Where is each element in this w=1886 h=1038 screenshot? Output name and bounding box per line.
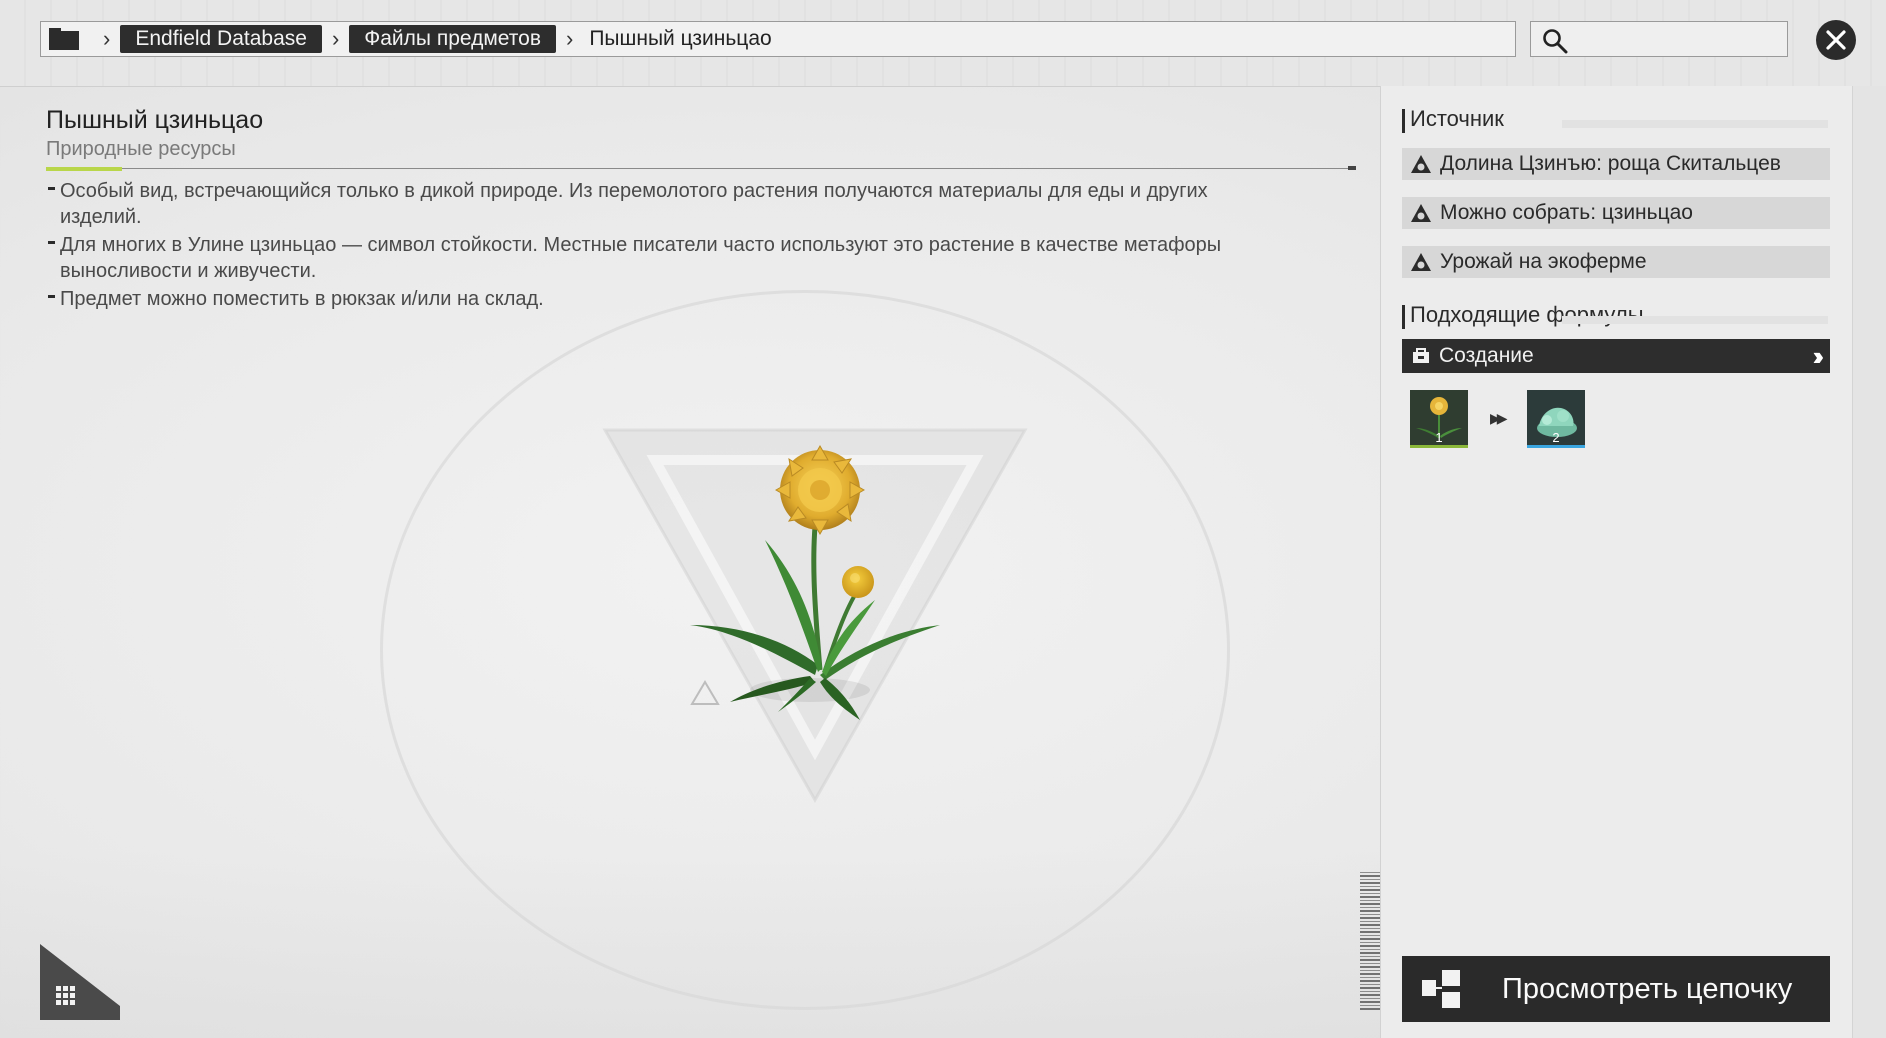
title-divider bbox=[46, 168, 1356, 169]
section-divider bbox=[1562, 120, 1828, 128]
title-divider-end bbox=[1348, 166, 1356, 170]
search-input[interactable] bbox=[1577, 26, 1781, 54]
top-bar: › Endfield Database › Файлы предметов › … bbox=[0, 0, 1886, 87]
chevron-right-icon: › bbox=[331, 26, 340, 51]
view-chain-label: Просмотреть цепочку bbox=[1502, 972, 1793, 1005]
formula-output-slot[interactable]: 2 bbox=[1527, 390, 1585, 448]
item-category: Природные ресурсы bbox=[46, 138, 236, 160]
close-icon bbox=[1826, 30, 1846, 50]
decorative-barcode bbox=[1360, 870, 1380, 1010]
double-arrow-icon: ▶▶ bbox=[1490, 410, 1507, 426]
view-chain-button[interactable]: Просмотреть цепочку bbox=[1402, 956, 1830, 1022]
title-divider-accent bbox=[46, 167, 122, 171]
decorative-haze bbox=[0, 850, 1380, 1038]
location-icon bbox=[1411, 253, 1431, 271]
description-line: Для многих в Улине цзиньцао — символ сто… bbox=[48, 232, 1288, 284]
output-quantity: 2 bbox=[1552, 430, 1560, 445]
close-button[interactable] bbox=[1816, 20, 1856, 60]
formula-input-slot[interactable]: 1 bbox=[1410, 390, 1468, 448]
description-line: Особый вид, встречающийся только в дикой… bbox=[48, 178, 1288, 230]
source-item-label: Урожай на экоферме bbox=[1440, 250, 1647, 273]
item-title: Пышный цзиньцао bbox=[46, 106, 264, 134]
chain-icon bbox=[1422, 970, 1460, 1008]
breadcrumb-section[interactable]: Файлы предметов bbox=[349, 25, 556, 53]
craft-label: Создание bbox=[1439, 344, 1534, 367]
location-icon bbox=[1411, 204, 1431, 222]
right-edge-strip bbox=[1852, 86, 1886, 1038]
source-heading: Источник bbox=[1402, 106, 1504, 133]
chevron-right-icon: › bbox=[566, 26, 574, 51]
source-item-label: Можно собрать: цзиньцао bbox=[1440, 201, 1693, 224]
breadcrumb: › Endfield Database › Файлы предметов › … bbox=[40, 21, 1516, 57]
double-chevron-right-icon[interactable]: ›› bbox=[1813, 341, 1825, 372]
chevron-right-icon: › bbox=[103, 26, 111, 51]
item-image-flower bbox=[690, 444, 940, 720]
grid-icon bbox=[56, 986, 75, 1005]
rarity-bar bbox=[1527, 445, 1585, 448]
formulas-heading: Подходящие формулы bbox=[1402, 302, 1644, 329]
source-item[interactable]: Урожай на экоферме bbox=[1402, 246, 1830, 278]
input-quantity: 1 bbox=[1435, 430, 1443, 445]
crafting-icon bbox=[1413, 348, 1429, 363]
rarity-bar bbox=[1410, 445, 1468, 448]
grid-menu-button[interactable] bbox=[40, 944, 120, 1020]
breadcrumb-current: Пышный цзиньцао bbox=[589, 27, 772, 50]
item-description: Особый вид, встречающийся только в дикой… bbox=[48, 178, 1288, 314]
breadcrumb-root[interactable]: Endfield Database bbox=[120, 25, 322, 53]
search-icon bbox=[1543, 29, 1568, 54]
craft-formula-bar[interactable]: Создание ›› bbox=[1402, 339, 1830, 373]
folder-icon[interactable] bbox=[49, 28, 79, 50]
source-item-label: Долина Цзинъю: роща Скитальцев bbox=[1440, 152, 1781, 175]
search-box[interactable] bbox=[1530, 21, 1788, 57]
description-line: Предмет можно поместить в рюкзак и/или н… bbox=[48, 286, 1288, 312]
source-item[interactable]: Можно собрать: цзиньцао bbox=[1402, 197, 1830, 229]
section-divider bbox=[1562, 316, 1828, 324]
source-item[interactable]: Долина Цзинъю: роща Скитальцев bbox=[1402, 148, 1830, 180]
location-icon bbox=[1411, 155, 1431, 173]
